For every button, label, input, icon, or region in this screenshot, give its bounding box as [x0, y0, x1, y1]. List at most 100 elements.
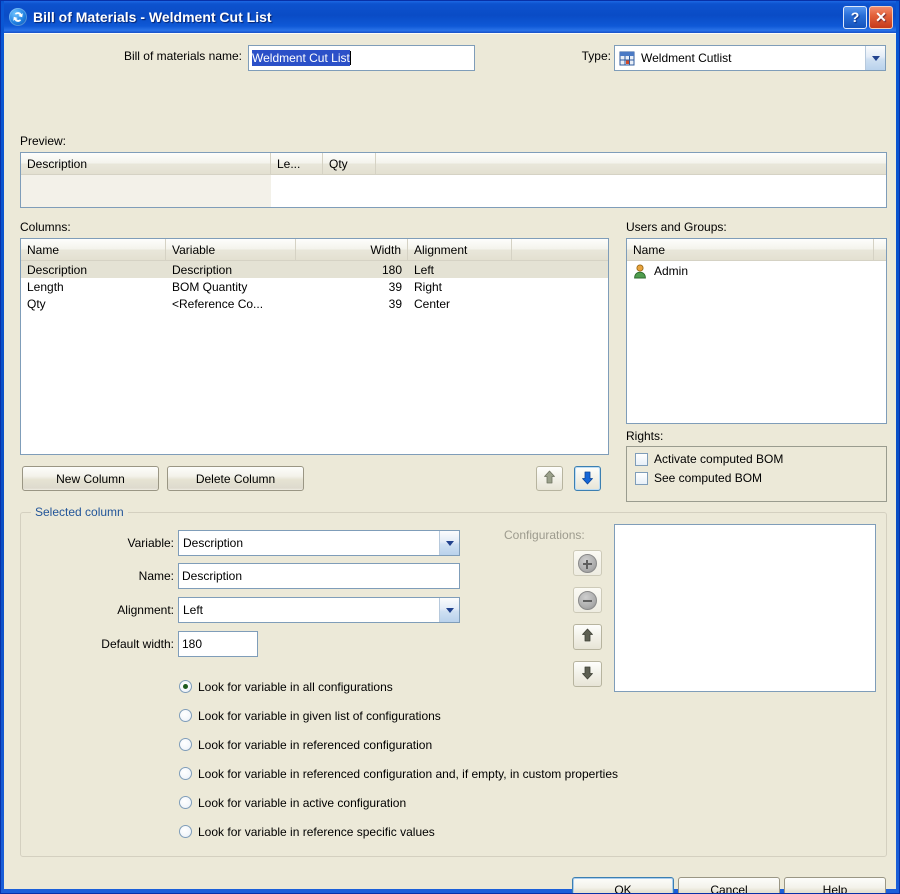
radio-option-label: Look for variable in all configurations — [198, 679, 393, 694]
config-add-button[interactable] — [573, 550, 602, 576]
columns-col-width[interactable]: Width — [296, 239, 408, 260]
columns-col-variable[interactable]: Variable — [166, 239, 296, 260]
rights-label: Rights: — [626, 429, 664, 443]
move-column-down-button[interactable] — [574, 466, 601, 491]
radio-option-label: Look for variable in given list of confi… — [198, 708, 441, 723]
radio-button[interactable] — [179, 709, 192, 722]
preview-col-length[interactable]: Le... — [271, 153, 323, 174]
users-col-name[interactable]: Name — [627, 239, 874, 260]
default-width-input[interactable]: 180 — [178, 631, 258, 657]
cell-alignment: Right — [414, 279, 443, 294]
radio-option-label: Look for variable in referenced configur… — [198, 766, 618, 781]
preview-table-header: Description Le... Qty — [21, 153, 886, 175]
columns-col-name[interactable]: Name — [21, 239, 166, 260]
cell-width: 180 — [381, 262, 402, 277]
cell-width: 39 — [388, 296, 402, 311]
preview-col-qty[interactable]: Qty — [323, 153, 376, 174]
radio-option-5[interactable]: Look for variable in reference specific … — [179, 817, 779, 846]
name-label: Name: — [138, 569, 174, 583]
user-icon — [633, 263, 649, 279]
preview-cell-rest — [272, 175, 886, 207]
plus-circle-icon — [578, 553, 597, 573]
dialog-body: Bill of materials name: Weldment Cut Lis… — [4, 33, 896, 893]
preview-cell-description — [21, 175, 272, 207]
checkbox[interactable] — [635, 471, 648, 485]
users-listview-header: Name — [627, 239, 886, 261]
move-column-up-button[interactable] — [536, 466, 563, 491]
variable-lookup-radio-group: Look for variable in all configurations L… — [179, 672, 779, 846]
default-width-label: Default width: — [101, 637, 174, 651]
config-move-up-button[interactable] — [573, 624, 602, 650]
type-combobox[interactable]: Weldment Cutlist — [614, 45, 886, 71]
rights-checkbox-row-0[interactable]: Activate computed BOM — [635, 452, 886, 466]
users-groups-label: Users and Groups: — [626, 220, 727, 234]
bom-name-value: Weldment Cut List — [252, 50, 350, 66]
chevron-down-icon[interactable] — [439, 531, 459, 555]
radio-option-2[interactable]: Look for variable in referenced configur… — [179, 730, 779, 759]
rights-checkbox-label: See computed BOM — [654, 471, 763, 485]
users-col-filler — [874, 239, 886, 260]
radio-option-label: Look for variable in referenced configur… — [198, 737, 433, 752]
close-button[interactable]: ✕ — [869, 5, 893, 29]
preview-col-description[interactable]: Description — [21, 153, 271, 174]
type-label: Type: — [581, 49, 611, 63]
cell-variable: BOM Quantity — [172, 279, 248, 294]
list-item-label: Admin — [654, 264, 689, 278]
arrow-up-icon — [543, 470, 556, 488]
columns-col-alignment[interactable]: Alignment — [408, 239, 512, 260]
config-remove-button[interactable] — [573, 587, 602, 613]
columns-listview[interactable]: Name Variable Width Alignment Descriptio… — [20, 238, 609, 455]
cell-variable: <Reference Co... — [172, 296, 264, 311]
table-row[interactable]: Description Description 180 Left — [21, 261, 608, 278]
rights-checkbox-label: Activate computed BOM — [654, 452, 784, 466]
variable-combobox[interactable]: Description — [178, 530, 460, 556]
radio-button[interactable] — [179, 767, 192, 780]
rights-list: Activate computed BOM See computed BOM — [635, 452, 886, 485]
name-input[interactable]: Description — [178, 563, 460, 589]
bom-name-input[interactable]: Weldment Cut List — [248, 45, 475, 71]
radio-option-1[interactable]: Look for variable in given list of confi… — [179, 701, 779, 730]
cell-name: Length — [27, 279, 64, 294]
dialog-window: Bill of Materials - Weldment Cut List ? … — [0, 0, 900, 894]
ok-button[interactable]: OK — [572, 877, 674, 893]
radio-button[interactable] — [179, 680, 192, 693]
list-item[interactable]: Admin — [627, 261, 886, 281]
radio-button[interactable] — [179, 825, 192, 838]
help-footer-button[interactable]: Help — [784, 877, 886, 893]
table-row[interactable]: Qty <Reference Co... 39 Center — [21, 295, 608, 312]
config-move-down-button[interactable] — [573, 661, 602, 687]
users-groups-listview[interactable]: Name Admin — [626, 238, 887, 424]
checkbox[interactable] — [635, 452, 648, 466]
delete-column-button[interactable]: Delete Column — [167, 466, 304, 491]
alignment-combobox[interactable]: Left — [178, 597, 460, 623]
preview-table-row[interactable] — [21, 175, 886, 207]
cell-alignment: Left — [414, 262, 435, 277]
radio-option-4[interactable]: Look for variable in active configuratio… — [179, 788, 779, 817]
alignment-value: Left — [183, 603, 204, 617]
cancel-button[interactable]: Cancel — [678, 877, 780, 893]
recycle-icon — [9, 8, 27, 26]
new-column-button[interactable]: New Column — [22, 466, 159, 491]
selected-column-title: Selected column — [31, 505, 128, 519]
variable-value: Description — [183, 536, 244, 550]
window-title: Bill of Materials - Weldment Cut List — [33, 9, 272, 25]
radio-button[interactable] — [179, 796, 192, 809]
columns-label: Columns: — [20, 220, 71, 234]
radio-option-3[interactable]: Look for variable in referenced configur… — [179, 759, 779, 788]
name-value: Description — [182, 569, 243, 583]
table-grid-icon — [619, 51, 635, 66]
chevron-down-icon[interactable] — [865, 46, 885, 70]
cell-variable: Description — [172, 262, 233, 277]
table-row[interactable]: Length BOM Quantity 39 Right — [21, 278, 608, 295]
preview-table: Description Le... Qty — [20, 152, 887, 208]
help-button[interactable]: ? — [843, 5, 867, 29]
default-width-value: 180 — [182, 637, 203, 651]
chevron-down-icon[interactable] — [439, 598, 459, 622]
columns-col-filler — [512, 239, 608, 260]
title-bar: Bill of Materials - Weldment Cut List ? … — [4, 1, 896, 33]
configurations-listbox[interactable] — [614, 524, 876, 692]
cell-alignment: Center — [414, 296, 451, 311]
rights-checkbox-row-1[interactable]: See computed BOM — [635, 471, 886, 485]
radio-button[interactable] — [179, 738, 192, 751]
arrow-down-icon — [581, 470, 594, 488]
